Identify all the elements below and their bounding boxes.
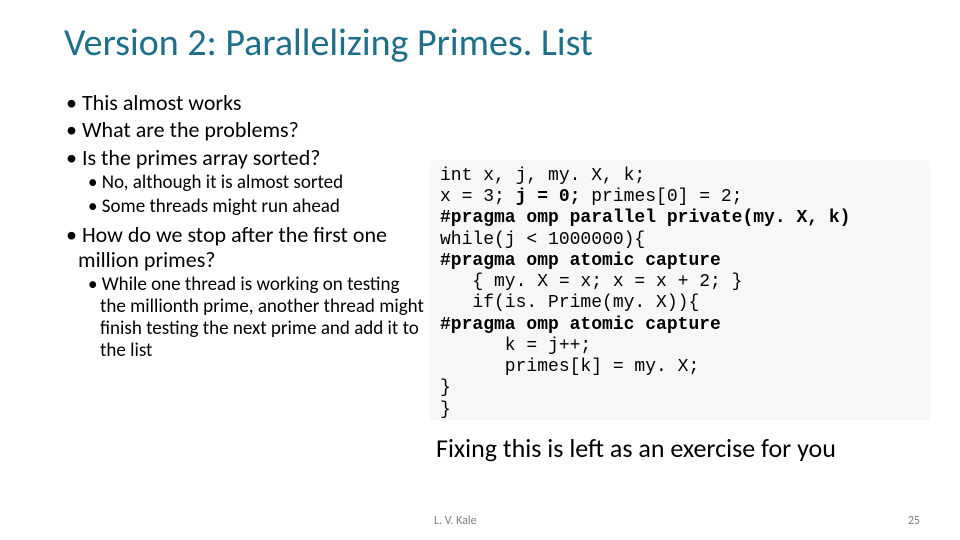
code-line-9: k = j++; (440, 336, 591, 356)
bullet-3a: No, although it is almost sorted (64, 172, 424, 194)
bullet-1: This almost works (64, 90, 424, 115)
bullet-3b: Some threads might run ahead (64, 196, 424, 218)
code-block: int x, j, my. X, k; x = 3; j = 0; primes… (430, 160, 930, 420)
code-line-4: while(j < 1000000){ (440, 230, 645, 250)
code-line-12: } (440, 400, 451, 420)
body-text: This almost works What are the problems?… (64, 90, 424, 364)
bullet-4a: While one thread is working on testing t… (64, 274, 424, 361)
exercise-note: Fixing this is left as an exercise for y… (436, 432, 836, 464)
slide-number: 25 (908, 514, 920, 528)
bullet-2: What are the problems? (64, 117, 424, 142)
code-line-6: { my. X = x; x = x + 2; } (440, 272, 742, 292)
bullet-3: Is the primes array sorted? (64, 145, 424, 170)
code-line-7: if(is. Prime(my. X)){ (440, 293, 699, 313)
code-line-1: int x, j, my. X, k; (440, 166, 645, 186)
slide-title: Version 2: Parallelizing Primes. List (64, 20, 593, 66)
code-line-2b: j = 0; (516, 187, 581, 207)
footer-author: L. V. Kale (434, 514, 477, 528)
code-line-5: #pragma omp atomic capture (440, 251, 721, 271)
code-line-2c: primes[0] = 2; (580, 187, 742, 207)
code-line-8: #pragma omp atomic capture (440, 315, 721, 335)
code-line-10: primes[k] = my. X; (440, 357, 699, 377)
code-line-3: #pragma omp parallel private(my. X, k) (440, 208, 850, 228)
bullet-4: How do we stop after the first one milli… (64, 222, 424, 273)
slide: Version 2: Parallelizing Primes. List Th… (0, 0, 960, 540)
code-line-2a: x = 3; (440, 187, 516, 207)
code-line-11: } (440, 378, 451, 398)
